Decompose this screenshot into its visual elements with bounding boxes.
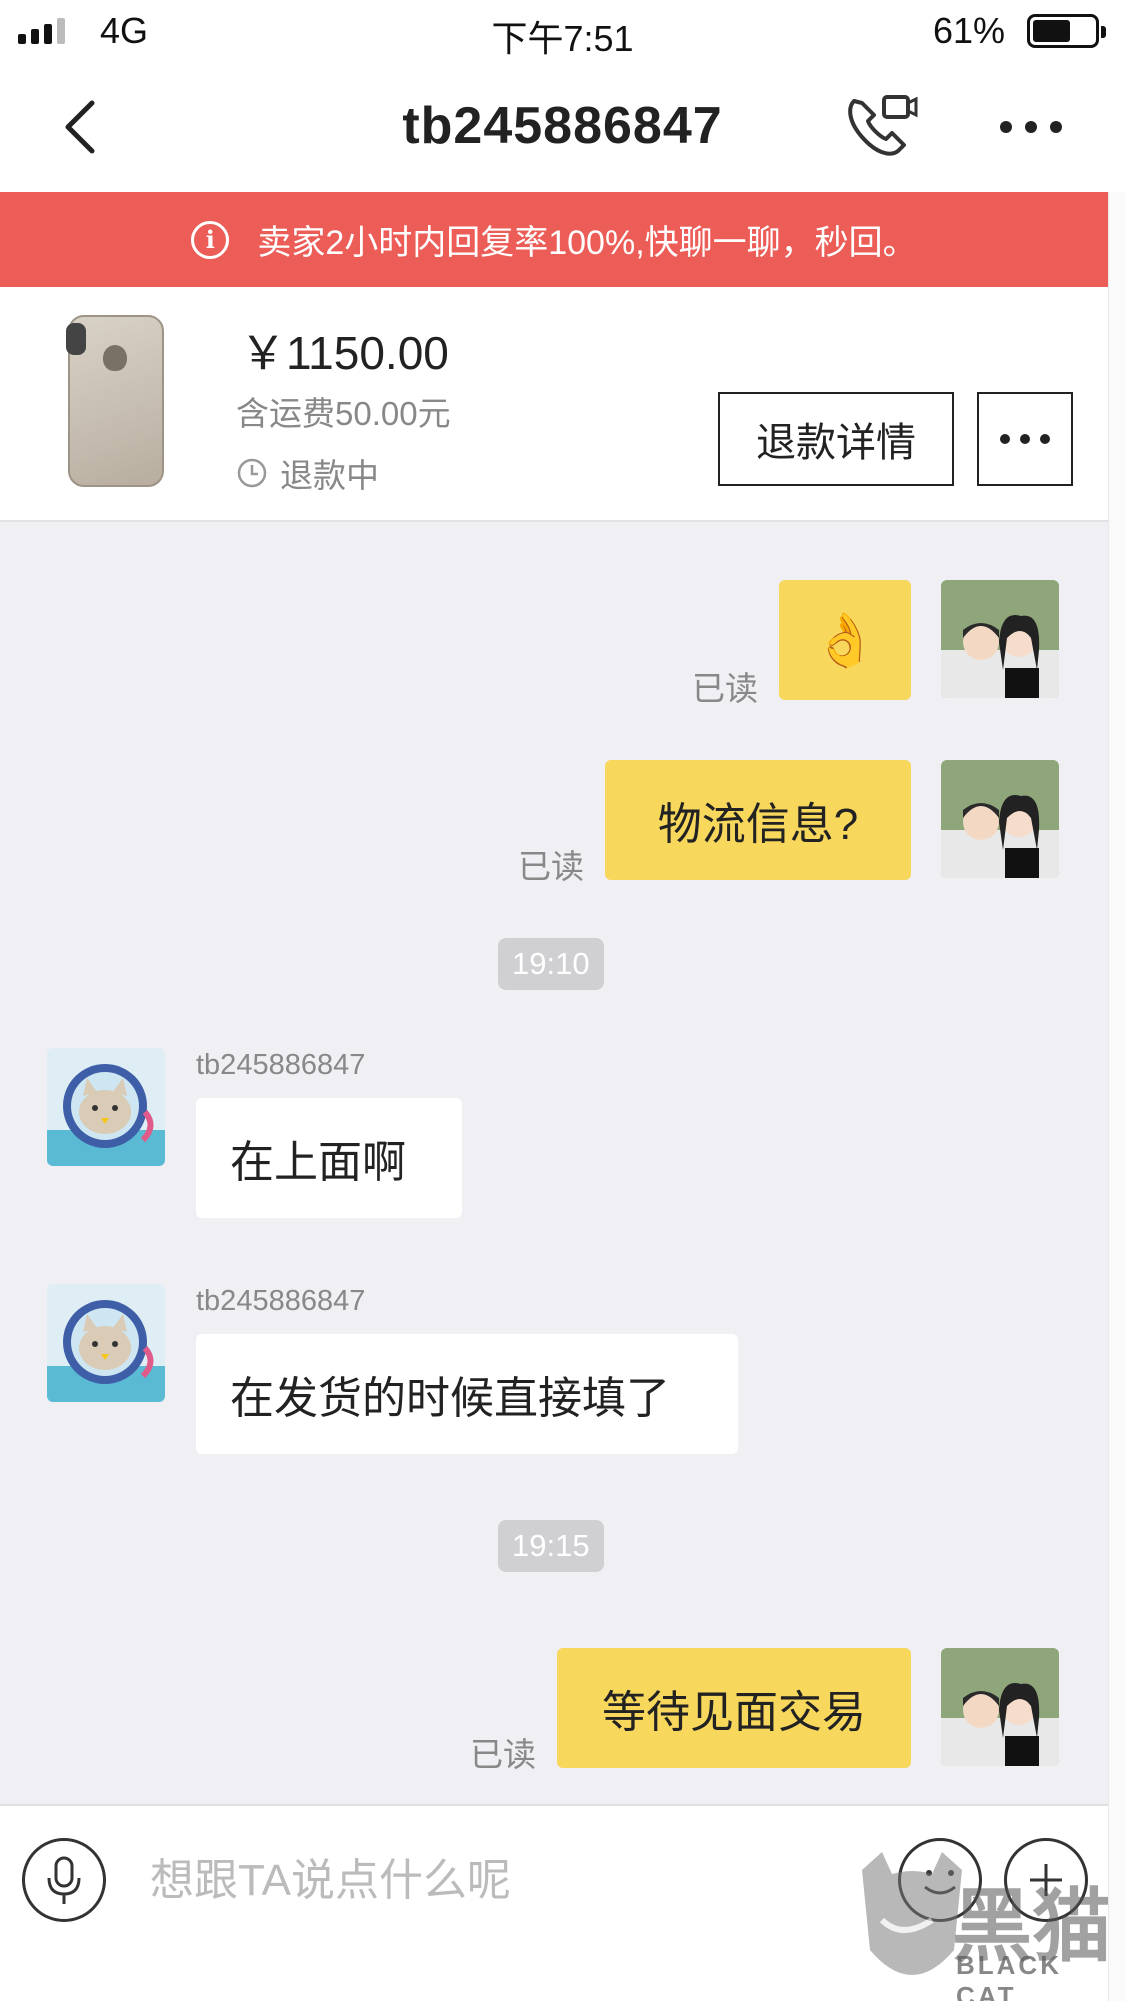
- nav-bar: tb245886847: [0, 62, 1125, 192]
- battery-percent: 61%: [932, 10, 1005, 51]
- read-receipt: 已读: [518, 848, 584, 885]
- avatar-self[interactable]: [941, 760, 1059, 878]
- message-bubble-seller[interactable]: 在上面啊: [196, 1098, 462, 1218]
- read-receipt: 已读: [470, 1736, 536, 1773]
- chat-area[interactable]: 已读 👌 已读 物流信息? 19:10 tb245886847 在上面啊 tb2…: [0, 522, 1108, 1804]
- product-image[interactable]: [66, 315, 164, 487]
- watermark-subtext: BLACK CAT: [956, 1950, 1062, 2001]
- message-bubble-self[interactable]: 👌: [779, 580, 911, 700]
- user-photo-avatar: [941, 1648, 1059, 1766]
- clock-icon: [237, 458, 267, 488]
- read-receipt: 已读: [692, 670, 758, 707]
- phone-video-icon[interactable]: [840, 87, 920, 167]
- more-icon[interactable]: [996, 114, 1066, 140]
- avatar-seller[interactable]: [47, 1284, 165, 1402]
- message-input[interactable]: [150, 1846, 810, 1916]
- cat-astronaut-avatar: [47, 1048, 165, 1166]
- banner-text: 卖家2小时内回复率100%,快聊一聊，秒回。: [257, 224, 917, 262]
- reply-rate-banner[interactable]: i 卖家2小时内回复率100%,快聊一聊，秒回。: [0, 192, 1108, 287]
- status-bar: 4G 下午7:51 61%: [0, 0, 1125, 62]
- message-bubble-self[interactable]: 物流信息?: [605, 760, 911, 880]
- shipping-fee: 含运费50.00元: [236, 395, 451, 432]
- page-title: tb245886847: [402, 97, 723, 155]
- voice-button[interactable]: [22, 1838, 106, 1922]
- microphone-icon: [47, 1856, 81, 1904]
- more-icon: [1000, 434, 1050, 444]
- order-card[interactable]: ￥1150.00 含运费50.00元 退款中 退款详情: [0, 287, 1108, 522]
- battery-icon: [1027, 14, 1106, 48]
- scrollbar[interactable]: [1108, 192, 1125, 2001]
- sender-name: tb245886847: [196, 1049, 366, 1081]
- order-more-button[interactable]: [977, 392, 1073, 486]
- info-icon: i: [191, 220, 230, 259]
- user-photo-avatar: [941, 760, 1059, 878]
- order-price: ￥1150.00: [240, 327, 449, 379]
- order-status: 退款中: [236, 449, 379, 497]
- message-bubble-self[interactable]: 等待见面交易: [557, 1648, 911, 1768]
- timestamp: 19:15: [498, 1520, 604, 1572]
- timestamp: 19:10: [498, 938, 604, 990]
- avatar-self[interactable]: [941, 1648, 1059, 1766]
- cat-astronaut-avatar: [47, 1284, 165, 1402]
- message-bubble-seller[interactable]: 在发货的时候直接填了: [196, 1334, 738, 1454]
- user-photo-avatar: [941, 580, 1059, 698]
- avatar-seller[interactable]: [47, 1048, 165, 1166]
- sender-name: tb245886847: [196, 1285, 366, 1317]
- refund-details-button[interactable]: 退款详情: [718, 392, 954, 486]
- avatar-self[interactable]: [941, 580, 1059, 698]
- order-status-text: 退款中: [280, 457, 379, 494]
